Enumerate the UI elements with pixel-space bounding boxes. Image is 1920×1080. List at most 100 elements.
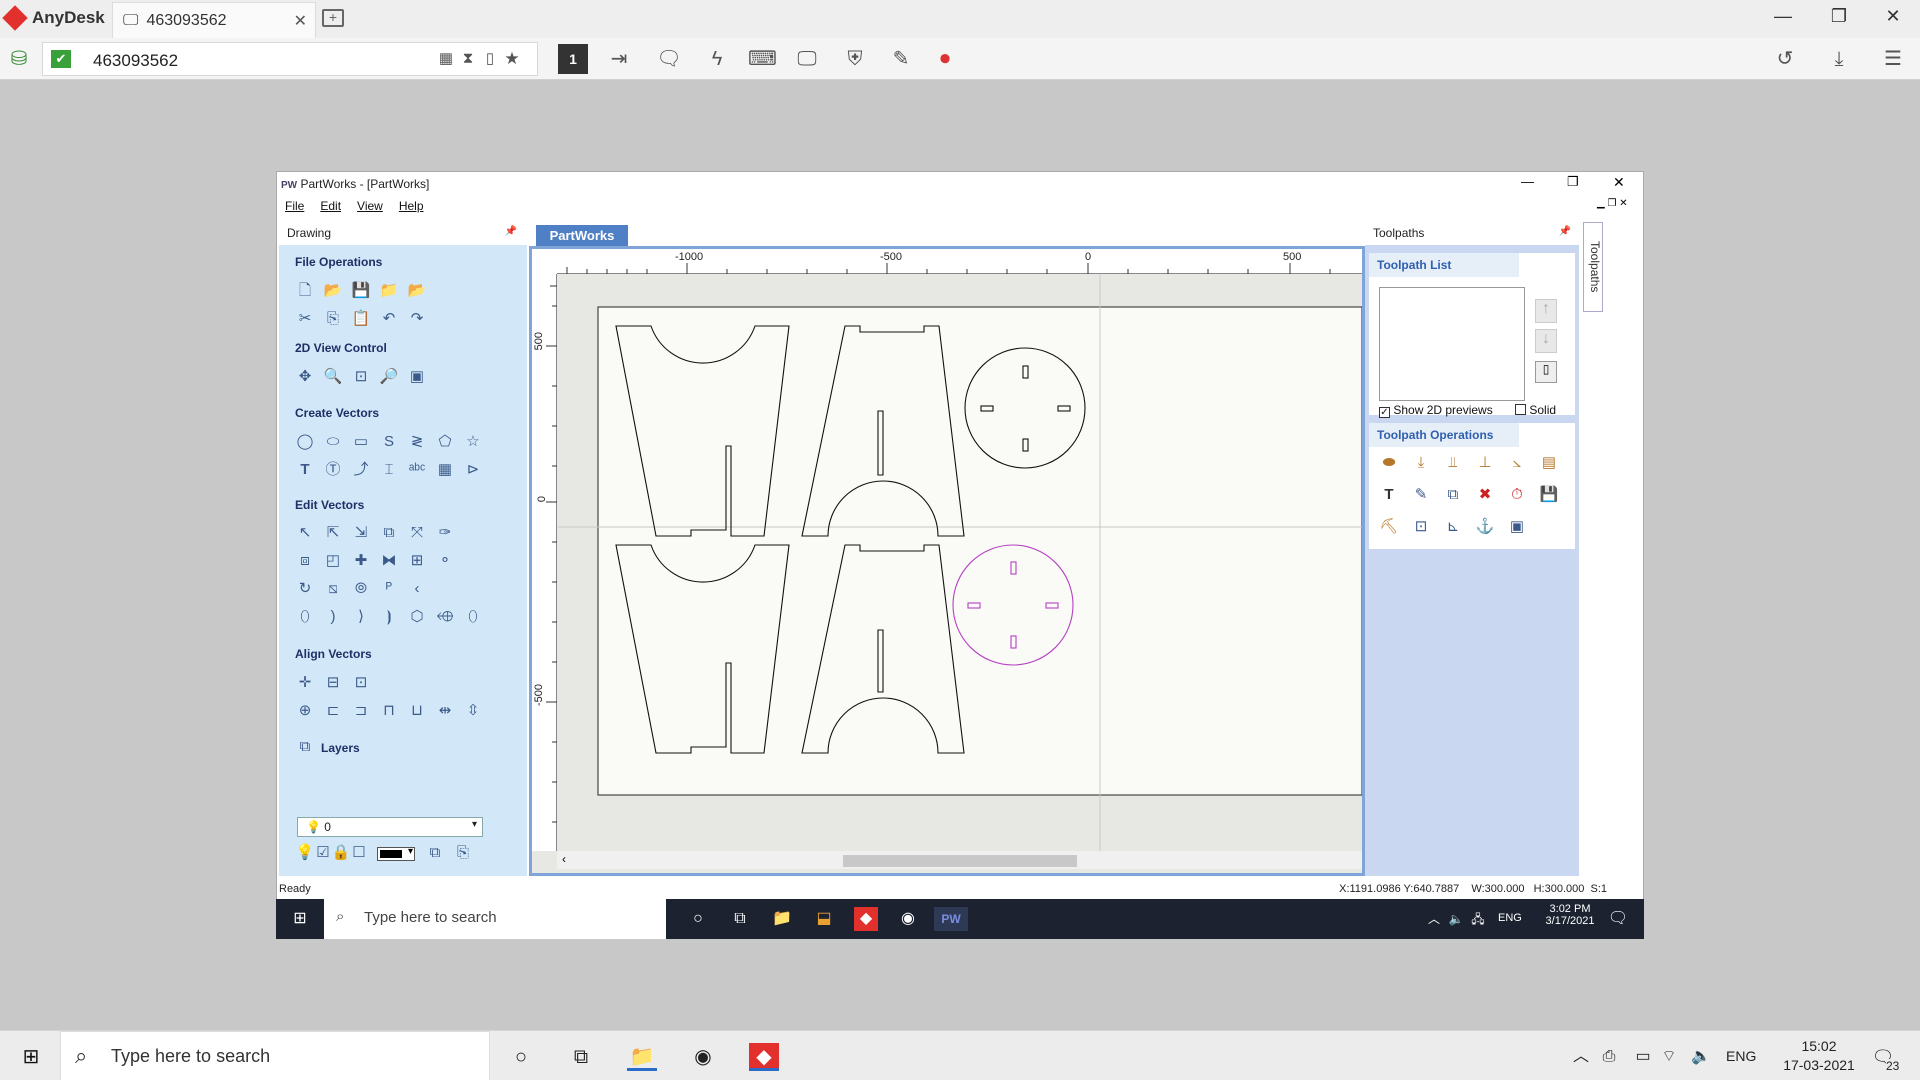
pin-icon[interactable]: 📌 — [505, 226, 517, 237]
align-center-icon[interactable]: ✛ — [295, 673, 315, 693]
node-edit-icon[interactable]: ⇱ — [323, 523, 343, 543]
file-explorer-icon[interactable]: 📁 — [770, 907, 794, 931]
menu-icon[interactable]: ☰ — [1880, 46, 1906, 72]
clock[interactable]: 15:02 17-03-2021 — [1776, 1037, 1862, 1075]
close-tab-icon[interactable]: ✕ — [294, 11, 307, 31]
permissions-icon[interactable]: ⛨ — [842, 46, 868, 72]
circle-icon[interactable]: ◯ — [295, 432, 315, 452]
group-icon[interactable]: ⊞ — [407, 551, 427, 571]
app-icon[interactable]: ⬓ — [812, 907, 836, 931]
align-bottom-icon[interactable]: ⊔ — [407, 701, 427, 721]
array-icon[interactable]: ▦ — [435, 460, 455, 480]
polygon-icon[interactable]: ⬠ — [435, 432, 455, 452]
profile-toolpath-icon[interactable]: ⬬ — [1379, 453, 1399, 473]
scale-icon[interactable]: ⧉ — [379, 523, 399, 543]
rotate-icon[interactable]: ↻ — [295, 579, 315, 599]
pw-minimize-button[interactable]: — — [1521, 174, 1534, 189]
auto-layout-text-icon[interactable]: Ⓣ — [323, 460, 343, 480]
display-icon[interactable]: 🖵 — [794, 46, 820, 72]
arc-icon[interactable]: ) — [323, 607, 343, 627]
volume-icon[interactable]: 🔈 — [1444, 907, 1468, 931]
favorite-star-icon[interactable]: ★ — [499, 46, 525, 72]
remote-search-box[interactable]: ⌕ Type here to search — [324, 899, 666, 939]
dogbone-icon[interactable]: ⬯ — [463, 607, 483, 627]
tray-chevron-icon[interactable]: ︿ — [1422, 907, 1446, 931]
zoom-extents-icon[interactable]: ⊡ — [351, 367, 371, 387]
edit-toolpath-icon[interactable]: ✎ — [1411, 485, 1431, 505]
layer-properties-icon[interactable]: ⧉ — [425, 843, 445, 863]
menu-view[interactable]: View — [357, 199, 383, 213]
new-file-icon[interactable]: 🗋 — [295, 281, 315, 301]
zoom-selected-icon[interactable]: 🔎 — [379, 367, 399, 387]
position-icon[interactable]: ᴾ — [379, 579, 399, 599]
move-up-icon[interactable]: ↑ — [1535, 299, 1557, 323]
intersect-icon[interactable]: ⦾ — [351, 579, 371, 599]
partworks-taskbar-icon[interactable]: PW — [934, 907, 968, 931]
horizontal-scrollbar[interactable]: ‹ — [557, 851, 1362, 869]
star-icon[interactable]: ☆ — [463, 432, 483, 452]
pw-close-button[interactable]: ✕ — [1613, 174, 1625, 191]
transform-icon[interactable]: ⇲ — [351, 523, 371, 543]
distribute-horizontal-icon[interactable]: ⇹ — [435, 701, 455, 721]
tab-partworks[interactable]: PartWorks — [536, 225, 628, 247]
vector-drawing[interactable] — [558, 275, 1362, 851]
mirror-icon[interactable]: ⧓ — [379, 551, 399, 571]
select-icon[interactable]: ↖ — [295, 523, 315, 543]
text-on-curve-icon[interactable]: ⤴ — [351, 460, 371, 480]
texture-toolpath-icon[interactable]: ▤ — [1539, 453, 1559, 473]
whiteboard-icon[interactable]: ✎ — [888, 46, 914, 72]
delete-toolpath-icon[interactable]: ▯ — [1535, 361, 1557, 383]
layer-lock-icon[interactable]: 🔒 — [331, 843, 351, 863]
curve-fit-icon[interactable]: ⟩ — [351, 607, 371, 627]
subtract-icon[interactable]: ⧅ — [323, 579, 343, 599]
layer-visible-icon[interactable]: 💡 — [295, 843, 315, 863]
weld-icon[interactable]: ⚬ — [435, 551, 455, 571]
task-view-icon[interactable]: ⧉ — [728, 907, 752, 931]
language-indicator[interactable]: ENG — [1726, 1048, 1756, 1064]
align-top-icon[interactable]: ⊓ — [379, 701, 399, 721]
nest-icon[interactable]: ⬲ — [435, 607, 455, 627]
import-icon[interactable]: 📁 — [379, 281, 399, 301]
open-file-icon[interactable]: 📂 — [323, 281, 343, 301]
distribute-vertical-icon[interactable]: ⇳ — [463, 701, 483, 721]
smooth-icon[interactable]: ⬯ — [295, 607, 315, 627]
layer-checkbox-icon[interactable]: ☑ — [313, 843, 333, 863]
anydesk-taskbar-icon[interactable]: ◆ — [749, 1043, 779, 1071]
layer-manager-icon[interactable]: ⎘ — [453, 843, 473, 863]
text-spacing-icon[interactable]: ᵃᵇᶜ — [407, 460, 427, 480]
move-down-icon[interactable]: ↓ — [1535, 329, 1557, 353]
toolpath-list[interactable] — [1379, 287, 1525, 401]
job-setup-icon[interactable]: ▣ — [1507, 517, 1527, 537]
save-icon[interactable]: 💾 — [351, 281, 371, 301]
drilling-toolpath-icon[interactable]: ⫫ — [1443, 453, 1463, 473]
material-setup-icon[interactable]: ⊡ — [1411, 517, 1431, 537]
engrave-text-icon[interactable]: T — [1379, 485, 1399, 505]
tray-chevron-icon[interactable]: ︿ — [1566, 1043, 1596, 1071]
scroll-left-icon[interactable]: ‹ — [562, 852, 566, 866]
actions-icon[interactable]: ϟ — [704, 46, 730, 72]
fillet-icon[interactable]: ◰ — [323, 551, 343, 571]
pan-icon[interactable]: ✥ — [295, 367, 315, 387]
paste-icon[interactable]: 📋 — [351, 309, 371, 329]
axis-icon[interactable]: ⊾ — [1443, 517, 1463, 537]
layer-color-picker[interactable]: ▾ — [377, 846, 415, 861]
pin-icon[interactable]: 📌 — [1559, 226, 1571, 237]
chat-icon[interactable]: 🗨 — [656, 46, 682, 72]
cortana-icon[interactable]: ○ — [686, 907, 710, 931]
polyline-icon[interactable]: ≷ — [407, 432, 427, 452]
align-left-icon[interactable]: ⊏ — [323, 701, 343, 721]
bitmap-trace-icon[interactable]: ⊳ — [463, 460, 483, 480]
remote-language[interactable]: ENG — [1498, 912, 1522, 924]
solid-option[interactable]: Solid — [1515, 403, 1556, 417]
tab-icon[interactable]: ⦘ — [379, 607, 399, 627]
join-icon[interactable]: ⤧ — [407, 523, 427, 543]
copy-icon[interactable]: ⎘ — [323, 309, 343, 329]
wifi-icon[interactable]: ⌔ — [1654, 1043, 1684, 1071]
align-horizontal-icon[interactable]: ⊟ — [323, 673, 343, 693]
align-vertical-icon[interactable]: ⊡ — [351, 673, 371, 693]
session-tab[interactable]: 🖵 463093562 ✕ — [112, 2, 316, 38]
curve-icon[interactable]: S — [379, 432, 399, 452]
minimize-button[interactable]: — — [1768, 6, 1798, 32]
notification-icon[interactable]: 🗨 — [1606, 907, 1630, 931]
pocket-toolpath-icon[interactable]: ⤓ — [1411, 453, 1431, 473]
